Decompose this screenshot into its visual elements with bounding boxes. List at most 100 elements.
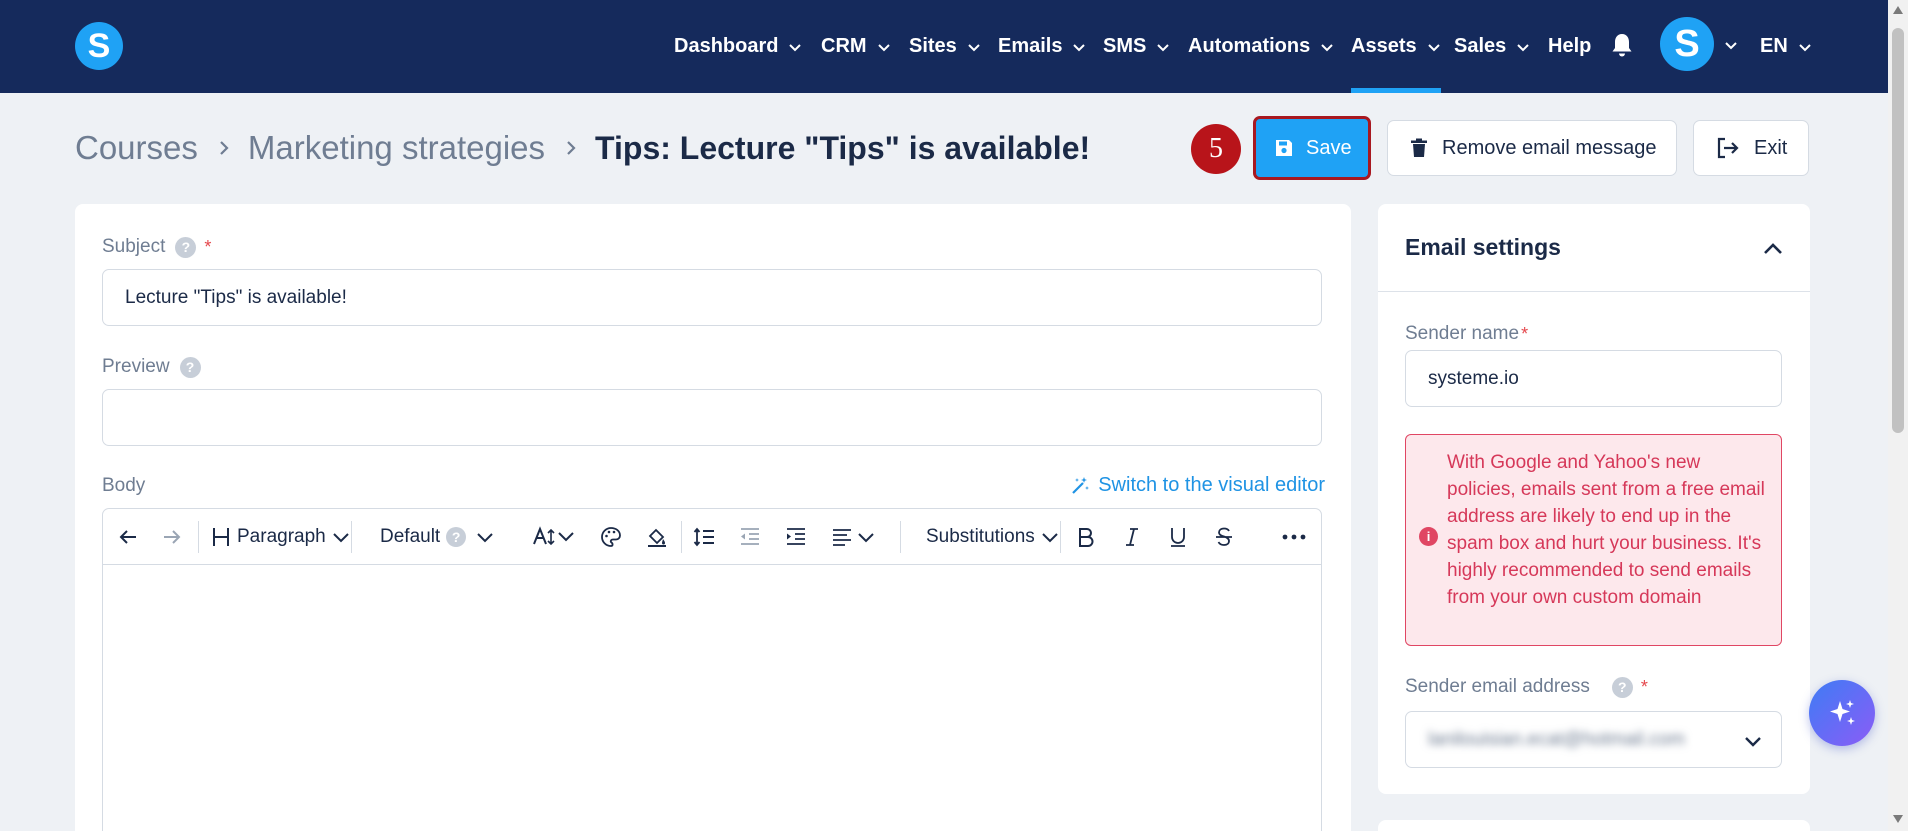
chevron-down-icon bbox=[968, 43, 980, 51]
secondary-settings-card bbox=[1378, 820, 1810, 831]
help-icon[interactable]: ? bbox=[446, 527, 467, 547]
nav-crm[interactable]: CRM bbox=[821, 0, 891, 93]
nav-dashboard[interactable]: Dashboard bbox=[674, 0, 802, 93]
sender-email-select[interactable]: lanilouisian.ecat@hotmail.com bbox=[1405, 711, 1782, 768]
email-settings-card: Email settings Sender name * systeme.io i… bbox=[1378, 204, 1810, 794]
body-label: Body bbox=[102, 475, 146, 496]
required-marker: * bbox=[1640, 676, 1648, 697]
required-marker: * bbox=[1521, 323, 1529, 344]
systeme-logo[interactable]: S bbox=[75, 22, 123, 70]
breadcrumb-courses[interactable]: Courses bbox=[75, 129, 198, 167]
chevron-down-icon bbox=[1745, 737, 1761, 747]
save-button[interactable]: Save bbox=[1253, 116, 1371, 180]
step-badge: 5 bbox=[1191, 124, 1241, 174]
align-dropdown[interactable] bbox=[831, 509, 875, 565]
toolbar-divider bbox=[1060, 521, 1061, 553]
chevron-down-icon bbox=[333, 533, 349, 543]
chevron-down-icon bbox=[858, 533, 874, 543]
heading-icon bbox=[213, 528, 229, 546]
toolbar-divider bbox=[900, 521, 901, 553]
scroll-down-arrow[interactable] bbox=[1893, 815, 1903, 823]
undo-icon[interactable] bbox=[117, 509, 139, 565]
nav-help[interactable]: Help bbox=[1548, 0, 1591, 93]
chevron-down-icon bbox=[1321, 43, 1333, 51]
font-dropdown[interactable]: Default ? bbox=[380, 509, 494, 565]
toolbar-divider bbox=[351, 521, 352, 553]
toolbar-divider bbox=[681, 521, 682, 553]
chevron-down-icon bbox=[477, 533, 493, 543]
chevron-down-icon bbox=[1517, 43, 1529, 51]
sender-email-label: Sender email address ? * bbox=[1405, 676, 1648, 698]
chevron-up-icon[interactable] bbox=[1762, 238, 1784, 260]
chevron-down-icon bbox=[877, 43, 890, 51]
chevron-down-icon bbox=[1042, 533, 1058, 543]
line-height-icon[interactable] bbox=[693, 509, 715, 565]
help-icon[interactable]: ? bbox=[1611, 676, 1633, 698]
chevron-right-icon bbox=[567, 141, 576, 155]
text-color-icon[interactable] bbox=[600, 509, 622, 565]
page-scrollbar[interactable] bbox=[1888, 0, 1908, 831]
underline-icon[interactable] bbox=[1168, 509, 1188, 565]
scroll-up-arrow[interactable] bbox=[1893, 6, 1903, 14]
editor-content-area[interactable] bbox=[103, 566, 1321, 831]
remove-email-button[interactable]: Remove email message bbox=[1387, 120, 1677, 176]
redo-icon[interactable] bbox=[161, 509, 183, 565]
top-navigation: S Dashboard CRM Sites Emails SMS Automat… bbox=[0, 0, 1908, 93]
toolbar-divider bbox=[198, 521, 199, 553]
more-icon[interactable] bbox=[1281, 509, 1307, 565]
user-avatar[interactable]: S bbox=[1660, 17, 1714, 71]
language-selector[interactable]: EN bbox=[1760, 0, 1812, 93]
strikethrough-icon[interactable] bbox=[1214, 509, 1234, 565]
help-icon[interactable]: ? bbox=[175, 236, 197, 258]
info-icon: i bbox=[1419, 527, 1438, 546]
chevron-down-icon bbox=[1799, 43, 1811, 51]
font-size-icon[interactable] bbox=[532, 509, 576, 565]
email-settings-header[interactable]: Email settings bbox=[1378, 204, 1810, 292]
scroll-thumb[interactable] bbox=[1892, 28, 1904, 433]
sender-name-label: Sender name * bbox=[1405, 323, 1529, 344]
required-marker: * bbox=[204, 236, 212, 257]
nav-sites[interactable]: Sites bbox=[909, 0, 981, 93]
subject-input[interactable]: Lecture "Tips" is available! bbox=[102, 269, 1322, 326]
chevron-right-icon bbox=[220, 141, 229, 155]
editor-toolbar: Paragraph Default ? Substitutions bbox=[103, 509, 1321, 565]
italic-icon[interactable] bbox=[1122, 509, 1142, 565]
chevron-down-icon bbox=[1157, 43, 1170, 51]
chevron-down-icon[interactable] bbox=[1724, 38, 1738, 52]
switch-visual-editor-link[interactable]: Switch to the visual editor bbox=[1070, 474, 1325, 497]
floppy-disk-icon bbox=[1276, 140, 1292, 156]
chevron-down-icon bbox=[789, 43, 802, 51]
email-editor-card: Subject ? * Lecture "Tips" is available!… bbox=[75, 204, 1351, 831]
trash-icon bbox=[1411, 138, 1427, 157]
preview-label: Preview ? bbox=[102, 356, 201, 378]
exit-button[interactable]: Exit bbox=[1693, 120, 1809, 176]
body-editor: Paragraph Default ? Substitutions bbox=[102, 508, 1322, 831]
nav-automations[interactable]: Automations bbox=[1188, 0, 1334, 93]
highlight-icon[interactable] bbox=[646, 509, 668, 565]
bell-icon[interactable] bbox=[1610, 32, 1634, 58]
bold-icon[interactable] bbox=[1076, 509, 1096, 565]
page-title: Tips: Lecture "Tips" is available! bbox=[595, 129, 1091, 166]
nav-sms[interactable]: SMS bbox=[1103, 0, 1170, 93]
help-icon[interactable]: ? bbox=[179, 356, 201, 378]
chevron-down-icon bbox=[1073, 43, 1086, 51]
sparkle-icon bbox=[1830, 700, 1855, 725]
breadcrumb-marketing-strategies[interactable]: Marketing strategies bbox=[248, 129, 545, 167]
exit-icon bbox=[1717, 137, 1739, 159]
nav-emails[interactable]: Emails bbox=[998, 0, 1086, 93]
subject-label: Subject ? * bbox=[102, 236, 212, 258]
sender-name-input[interactable]: systeme.io bbox=[1405, 350, 1782, 407]
email-settings-title: Email settings bbox=[1405, 234, 1561, 260]
nav-assets[interactable]: Assets bbox=[1351, 0, 1441, 93]
breadcrumb: Courses Marketing strategies Tips: Lectu… bbox=[75, 126, 1090, 170]
magic-wand-icon bbox=[1072, 476, 1090, 494]
ai-assistant-button[interactable] bbox=[1809, 680, 1875, 746]
paragraph-dropdown[interactable]: Paragraph bbox=[211, 509, 350, 565]
indent-icon[interactable] bbox=[785, 509, 807, 565]
free-email-warning: i With Google and Yahoo's new policies, … bbox=[1405, 434, 1782, 646]
substitutions-dropdown[interactable]: Substitutions bbox=[926, 509, 1059, 565]
preview-input[interactable] bbox=[102, 389, 1322, 446]
outdent-icon[interactable] bbox=[739, 509, 761, 565]
nav-sales[interactable]: Sales bbox=[1454, 0, 1530, 93]
align-icon bbox=[833, 529, 851, 546]
